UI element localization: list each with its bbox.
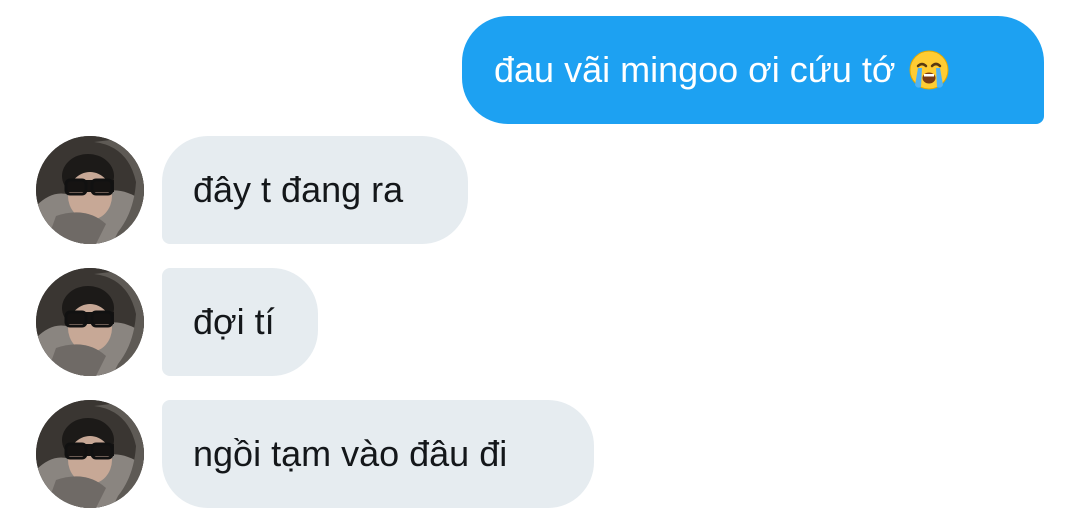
outgoing-message-text: đau vãi mingoo ơi cứu tớ: [494, 49, 896, 90]
incoming-message-text: ngồi tạm vào đâu đi: [193, 433, 508, 474]
avatar[interactable]: [36, 400, 144, 508]
avatar-photo-icon: [36, 400, 144, 508]
avatar-photo-icon: [36, 136, 144, 244]
avatar-photo-icon: [36, 268, 144, 376]
incoming-message-bubble[interactable]: ngồi tạm vào đâu đi: [162, 400, 594, 508]
incoming-message-text: đợi tí: [193, 301, 275, 342]
avatar[interactable]: [36, 268, 144, 376]
incoming-message-bubble[interactable]: đợi tí: [162, 268, 318, 376]
avatar[interactable]: [36, 136, 144, 244]
incoming-message-text: đây t đang ra: [193, 169, 404, 210]
loudly-crying-face-emoji-icon: [908, 49, 950, 91]
outgoing-message-bubble[interactable]: đau vãi mingoo ơi cứu tớ: [462, 16, 1044, 124]
incoming-message-bubble[interactable]: đây t đang ra: [162, 136, 468, 244]
